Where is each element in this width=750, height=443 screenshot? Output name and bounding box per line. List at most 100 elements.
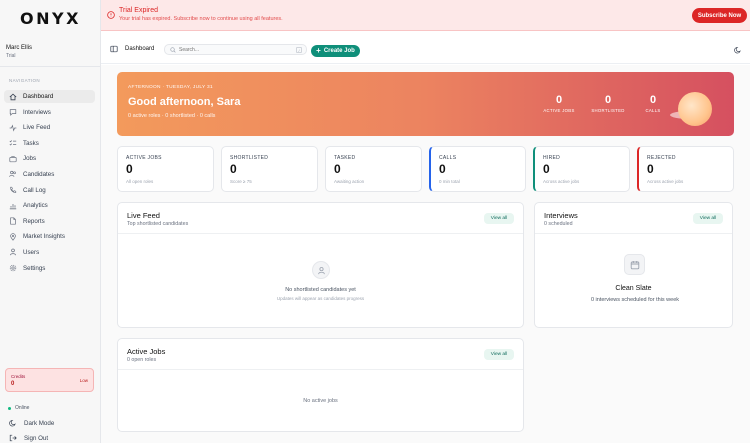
main-content: AFTERNOON · TUESDAY, JULY 31 Good aftern…: [101, 65, 750, 443]
search-input[interactable]: [179, 46, 289, 54]
stat-card-calls[interactable]: CALLS 0 0 min total: [429, 146, 526, 192]
sidebar-item-market-insights[interactable]: Market Insights: [4, 230, 95, 243]
subscribe-button[interactable]: Subscribe Now: [692, 8, 747, 23]
stat-card-shortlisted[interactable]: SHORTLISTED 0 Score ≥ 75: [221, 146, 318, 192]
hero-stat-label: SHORTLISTED: [591, 108, 625, 113]
sidebar-item-settings[interactable]: Settings: [4, 262, 95, 275]
app-logo[interactable]: ONYX: [20, 9, 81, 28]
stat-label: HIRED: [543, 155, 561, 161]
calendar-icon: [624, 254, 645, 275]
stat-value: 0: [334, 162, 341, 176]
nav-list: Dashboard Interviews Live Feed Tasks Job…: [4, 90, 95, 277]
sidebar-item-live-feed[interactable]: Live Feed: [4, 121, 95, 134]
credits-card[interactable]: Credits 0 Low: [5, 368, 94, 392]
empty-state-subtitle: Updates will appear as candidates progre…: [276, 296, 365, 301]
sidebar-item-reports[interactable]: Reports: [4, 215, 95, 228]
phone-icon: [9, 186, 17, 194]
hero-summary: 0 active roles · 0 shortlisted · 0 calls: [128, 113, 216, 119]
search-box[interactable]: /: [164, 44, 307, 55]
stat-card-rejected[interactable]: REJECTED 0 Across active jobs: [637, 146, 734, 192]
credits-label: Credits: [11, 374, 26, 379]
logout-icon: [9, 434, 17, 442]
dark-mode-toggle[interactable]: Dark Mode: [9, 419, 54, 427]
stat-value: 0: [439, 162, 446, 176]
hero-stat-label: CALLS: [645, 108, 661, 113]
greeting-hero: AFTERNOON · TUESDAY, JULY 31 Good aftern…: [117, 72, 734, 136]
panel-subtitle: Top shortlisted candidates: [127, 221, 189, 227]
stat-value: 0: [543, 162, 550, 176]
sidebar-item-label: Users: [23, 248, 40, 256]
online-dot-icon: [8, 406, 11, 410]
hero-stat-value: 0: [604, 94, 612, 106]
sign-out-button[interactable]: Sign Out: [9, 434, 48, 442]
panel-divider: [535, 233, 732, 234]
hero-stat-active-jobs: 0 ACTIVE JOBS: [541, 94, 577, 113]
hero-stat-value: 0: [555, 94, 563, 106]
banner-message: Your trial has expired. Subscribe now to…: [119, 16, 283, 22]
dark-mode-label: Dark Mode: [24, 419, 55, 427]
hero-greeting: Good afternoon, Sara: [128, 96, 241, 108]
sidebar-item-jobs[interactable]: Jobs: [4, 152, 95, 165]
theme-toggle-icon[interactable]: [734, 46, 742, 54]
sidebar-toggle-icon[interactable]: [110, 45, 118, 53]
stat-card-hired[interactable]: HIRED 0 Across active jobs: [533, 146, 630, 192]
panel-subtitle: 0 scheduled: [544, 221, 573, 227]
create-job-button[interactable]: + Create Job: [311, 45, 360, 57]
sidebar-item-dashboard[interactable]: Dashboard: [4, 90, 95, 103]
stat-label: ACTIVE JOBS: [126, 155, 162, 161]
sidebar-item-candidates[interactable]: Candidates: [4, 168, 95, 181]
sidebar-item-label: Market Insights: [23, 233, 65, 241]
online-label: Online: [15, 405, 30, 411]
stat-card-tasked[interactable]: TASKED 0 Awaiting action: [325, 146, 422, 192]
checklist-icon: [9, 139, 17, 147]
sidebar-item-label: Live Feed: [23, 124, 51, 132]
active-jobs-view-all-button[interactable]: View all: [484, 349, 514, 360]
sidebar-item-call-log[interactable]: Call Log: [4, 184, 95, 197]
panel-title: Active Jobs: [127, 347, 166, 356]
interviews-view-all-button[interactable]: View all: [693, 213, 723, 224]
hero-stat-label: ACTIVE JOBS: [543, 108, 575, 113]
sidebar-item-label: Analytics: [23, 202, 48, 210]
live-feed-view-all-button[interactable]: View all: [484, 213, 514, 224]
stat-value: 0: [647, 162, 654, 176]
sidebar: ONYX Marc Ellis Trial NAVIGATION Dashboa…: [0, 0, 101, 443]
stat-card-active-jobs[interactable]: ACTIVE JOBS 0 All open roles: [117, 146, 214, 192]
stat-sub: Across active jobs: [647, 179, 684, 184]
sidebar-item-analytics[interactable]: Analytics: [4, 199, 95, 212]
sidebar-item-label: Settings: [23, 264, 46, 272]
trial-banner: Trial Expired Your trial has expired. Su…: [101, 0, 750, 31]
hero-date: AFTERNOON · TUESDAY, JULY 31: [128, 85, 213, 90]
chat-icon: [9, 108, 17, 116]
home-icon: [9, 93, 17, 101]
briefcase-icon: [9, 155, 17, 163]
moon-icon: [9, 419, 17, 427]
sidebar-divider: [0, 66, 100, 67]
stat-label: TASKED: [334, 155, 356, 161]
stat-label: SHORTLISTED: [230, 155, 269, 161]
sidebar-item-tasks[interactable]: Tasks: [4, 137, 95, 150]
hero-sun-decoration: [678, 92, 712, 126]
empty-state-title: No shortlisted candidates yet: [285, 287, 356, 293]
user-plan: Trial: [6, 53, 16, 59]
file-icon: [9, 217, 17, 225]
create-job-label: Create Job: [323, 48, 355, 54]
panel-subtitle: 0 open roles: [127, 357, 157, 363]
sidebar-item-interviews[interactable]: Interviews: [4, 106, 95, 119]
search-shortcut: /: [296, 47, 302, 53]
sidebar-item-label: Tasks: [23, 139, 39, 147]
topbar: Dashboard / + Create Job: [101, 32, 750, 64]
activity-icon: [9, 124, 17, 132]
nav-heading: NAVIGATION: [9, 78, 41, 83]
panel-title: Live Feed: [127, 211, 160, 220]
stat-sub: Across active jobs: [543, 179, 580, 184]
sidebar-item-users[interactable]: Users: [4, 246, 95, 259]
breadcrumb[interactable]: Dashboard: [125, 46, 154, 52]
online-status: Online: [8, 405, 29, 411]
empty-state-title: Clean Slate: [615, 285, 652, 292]
empty-state-subtitle: 0 interviews scheduled for this week: [590, 297, 680, 303]
banner-title: Trial Expired: [119, 7, 159, 14]
sidebar-item-label: Jobs: [23, 155, 37, 163]
user-name[interactable]: Marc Ellis: [6, 45, 32, 51]
gear-icon: [9, 264, 17, 272]
user-group-icon: [9, 248, 17, 256]
